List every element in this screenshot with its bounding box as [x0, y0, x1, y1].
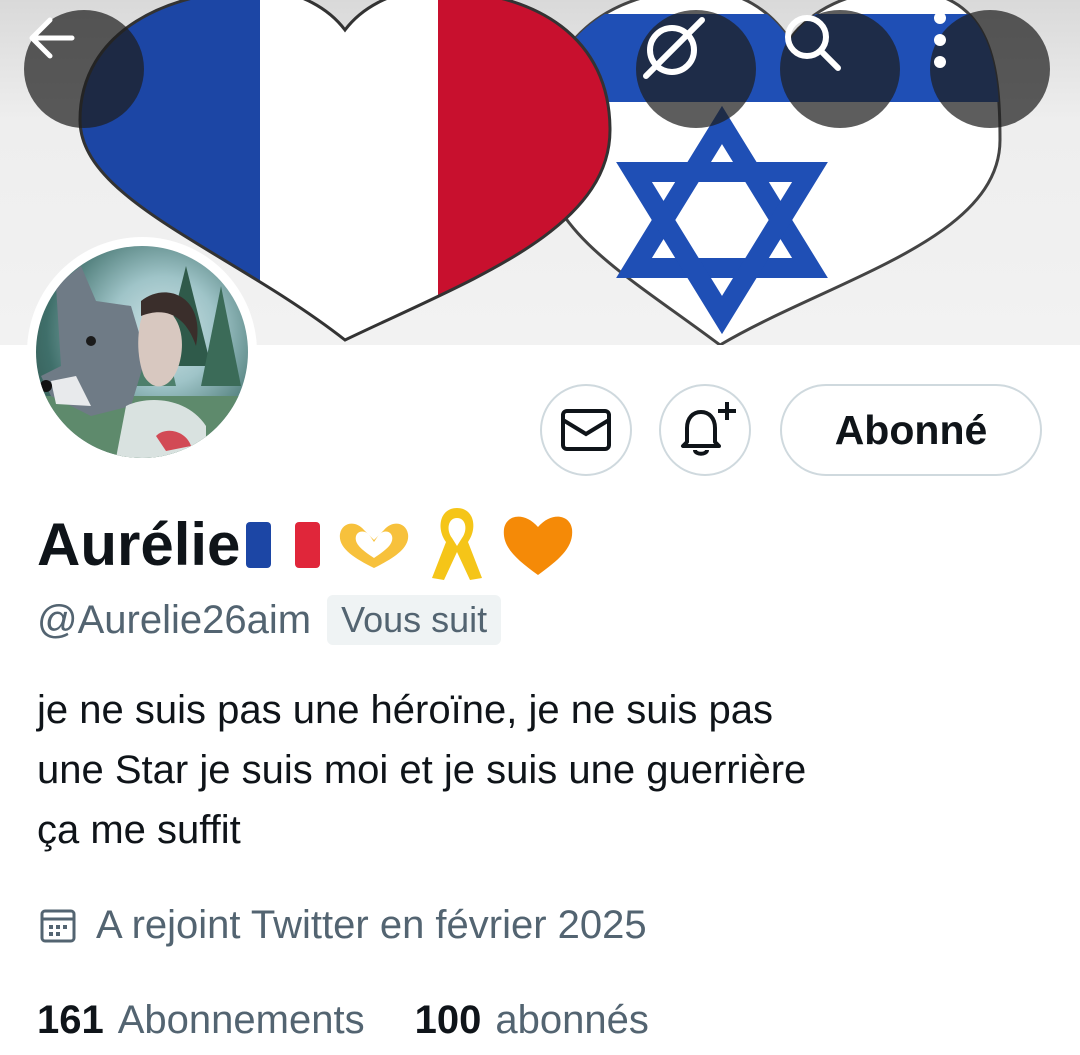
more-vertical-icon [934, 12, 946, 68]
display-name: Aurélie [37, 504, 588, 584]
joined-text: A rejoint Twitter en février 2025 [96, 902, 647, 947]
bio-line: je ne suis pas une héroïne, je ne suis p… [37, 688, 774, 732]
search-icon [785, 15, 841, 71]
back-button[interactable] [24, 10, 144, 128]
name-emojis [244, 504, 588, 584]
avatar-image [36, 246, 248, 458]
follows-you-badge: Vous suit [327, 595, 502, 645]
message-button[interactable] [540, 384, 632, 476]
mail-icon [561, 409, 611, 451]
yellow-ribbon-emoji [432, 508, 483, 580]
following-count: 161 [37, 997, 104, 1042]
following-button[interactable]: Abonné [780, 384, 1042, 476]
grok-button[interactable] [636, 10, 756, 128]
bell-plus-icon [681, 402, 736, 456]
bio-line: une Star je suis moi et je suis une guer… [37, 748, 807, 792]
more-button[interactable] [930, 10, 1050, 128]
followers-link[interactable]: 100 abonnés [415, 998, 649, 1043]
grok-icon [643, 17, 705, 79]
heart-hands-emoji [340, 523, 409, 568]
flag-france-emoji [246, 522, 321, 568]
arrow-left-icon [29, 17, 75, 59]
followers-label: abonnés [495, 997, 649, 1042]
joined-date: A rejoint Twitter en février 2025 [40, 895, 647, 955]
following-link[interactable]: 161 Abonnements [37, 998, 365, 1043]
calendar-icon [40, 909, 76, 943]
handle-row: @Aurelie26aim Vous suit [37, 592, 502, 648]
follow-stats: 161 Abonnements 100 abonnés [37, 990, 699, 1050]
following-label: Abonnements [117, 997, 365, 1042]
bio: je ne suis pas une héroïne, je ne suis p… [37, 680, 1037, 860]
display-name-text: Aurélie [37, 510, 241, 578]
bio-line: ça me suffit [37, 808, 241, 852]
followers-count: 100 [414, 997, 482, 1042]
avatar[interactable] [27, 237, 257, 467]
user-handle: @Aurelie26aim [37, 597, 312, 642]
orange-heart-emoji [504, 516, 573, 575]
search-button[interactable] [780, 10, 900, 128]
notify-button[interactable] [659, 384, 751, 476]
